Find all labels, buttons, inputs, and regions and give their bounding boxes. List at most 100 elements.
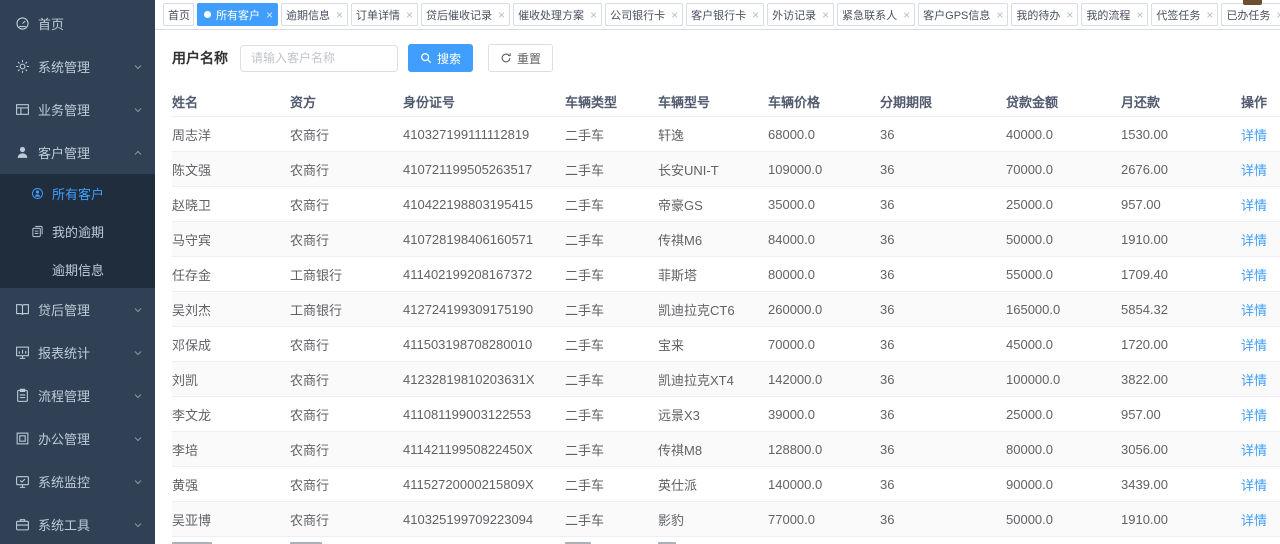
cell-funder: 工商银行 <box>290 300 403 319</box>
detail-link[interactable]: 详情 <box>1241 268 1267 283</box>
cell-vehicle-price: 109000.0 <box>768 162 880 177</box>
table-body: 周志洋农商行410327199111112819二手车轩逸68000.03640… <box>172 116 1280 536</box>
detail-link[interactable]: 详情 <box>1241 198 1267 213</box>
detail-link[interactable]: 详情 <box>1241 513 1267 528</box>
close-icon[interactable]: × <box>1205 9 1214 21</box>
customer-icon <box>15 145 30 160</box>
tab-my-process[interactable]: 我的流程× <box>1081 3 1148 26</box>
tab-customer-gps-info[interactable]: 客户GPS信息× <box>918 3 1008 26</box>
tab-label: 首页 <box>168 7 190 23</box>
tab-label: 外访记录 <box>772 7 816 23</box>
process-icon <box>15 388 30 403</box>
cell-action: 详情 <box>1241 195 1280 214</box>
tab-all-customers[interactable]: 所有客户× <box>197 3 278 26</box>
sidebar-item-process-mgmt[interactable]: 流程管理 <box>0 374 155 417</box>
cell-funder: 农商行 <box>290 405 403 424</box>
close-icon[interactable]: × <box>1135 9 1144 21</box>
cell-term: 36 <box>880 407 1006 422</box>
sidebar-item-customer-mgmt[interactable]: 客户管理 <box>0 131 155 174</box>
column-header: 月还款 <box>1121 92 1241 111</box>
avatar[interactable] <box>1243 0 1262 5</box>
sidebar-item-my-overdue[interactable]: 我的逾期 <box>0 212 155 250</box>
cell-action: 详情 <box>1241 510 1280 529</box>
chevron-down-icon <box>133 477 143 487</box>
sidebar-item-label: 我的逾期 <box>52 222 104 241</box>
tab-collection-records[interactable]: 贷后催收记录× <box>421 3 510 26</box>
sidebar-item-home[interactable]: 首页 <box>0 2 155 45</box>
tab-my-todo[interactable]: 我的待办× <box>1011 3 1078 26</box>
sidebar-item-system-mgmt[interactable]: 系统管理 <box>0 45 155 88</box>
close-icon[interactable]: × <box>821 9 830 21</box>
sidebar-item-system-tools[interactable]: 系统工具 <box>0 503 155 544</box>
cell-term: 36 <box>880 162 1006 177</box>
close-icon[interactable]: × <box>265 9 274 21</box>
cell-name: 邓保成 <box>172 335 290 354</box>
detail-link[interactable]: 详情 <box>1241 163 1267 178</box>
cell-loan-amount: 70000.0 <box>1006 162 1121 177</box>
cell-action: 详情 <box>1241 440 1280 459</box>
sidebar-item-post-loan-mgmt[interactable]: 贷后管理 <box>0 288 155 331</box>
close-icon[interactable]: × <box>751 9 760 21</box>
tab-home[interactable]: 首页 <box>163 3 194 26</box>
sidebar-item-system-monitor[interactable]: 系统监控 <box>0 460 155 503</box>
close-icon[interactable]: × <box>1275 9 1280 21</box>
sidebar-item-office-mgmt[interactable]: 办公管理 <box>0 417 155 460</box>
sidebar-item-label: 系统监控 <box>38 472 90 491</box>
tab-overdue-info[interactable]: 逾期信息× <box>281 3 348 26</box>
close-icon[interactable]: × <box>670 9 679 21</box>
sidebar-item-business-mgmt[interactable]: 业务管理 <box>0 88 155 131</box>
tab-collection-plans[interactable]: 催收处理方案× <box>513 3 602 26</box>
detail-link[interactable]: 详情 <box>1241 128 1267 143</box>
close-icon[interactable]: × <box>405 9 414 21</box>
tab-label: 代签任务 <box>1156 7 1200 23</box>
tab-order-detail[interactable]: 订单详情× <box>351 3 418 26</box>
tab-emergency-contacts[interactable]: 紧急联系人× <box>837 3 915 26</box>
detail-link[interactable]: 详情 <box>1241 373 1267 388</box>
close-icon[interactable]: × <box>995 9 1004 21</box>
tab-customer-bank-card[interactable]: 客户银行卡 × <box>686 3 764 26</box>
tab-company-bank-card[interactable]: 公司银行卡× <box>605 3 683 26</box>
detail-link[interactable]: 详情 <box>1241 303 1267 318</box>
cell-action: 详情 <box>1241 265 1280 284</box>
tab-sign-tasks[interactable]: 代签任务 × <box>1151 3 1218 26</box>
detail-link[interactable]: 详情 <box>1241 233 1267 248</box>
cell-vehicle-type: 二手车 <box>565 475 658 494</box>
close-icon[interactable]: × <box>1065 9 1074 21</box>
cell-id-number: 411402199208167372 <box>403 267 565 282</box>
sidebar-item-report-stats[interactable]: 报表统计 <box>0 331 155 374</box>
close-icon[interactable]: × <box>497 9 506 21</box>
column-header: 贷款金额 <box>1006 92 1121 111</box>
cell-id-number: 410721199505263517 <box>403 162 565 177</box>
close-icon[interactable]: × <box>589 9 598 21</box>
cell-term: 36 <box>880 197 1006 212</box>
tab-label: 客户银行卡 <box>691 7 746 23</box>
cell-vehicle-price: 140000.0 <box>768 477 880 492</box>
tool-icon <box>15 517 30 532</box>
tab-done-tasks[interactable]: 已办任务× <box>1221 3 1280 26</box>
search-icon <box>420 52 432 64</box>
cell-funder: 农商行 <box>290 475 403 494</box>
cell-name: 李培 <box>172 440 290 459</box>
sidebar-item-overdue-info[interactable]: 逾期信息 <box>0 250 155 288</box>
chevron-down-icon <box>133 434 143 444</box>
table-row: 吴亚博农商行410325199709223094二手车影豹77000.03650… <box>172 501 1280 536</box>
cell-vehicle-model: 凯迪拉克XT4 <box>658 370 768 389</box>
table-row: 黄强农商行41152720000215809X二手车英仕派140000.0369… <box>172 466 1280 501</box>
cell-monthly-payment: 3822.00 <box>1121 372 1241 387</box>
detail-link[interactable]: 详情 <box>1241 338 1267 353</box>
tab-visit-records[interactable]: 外访记录 × <box>767 3 834 26</box>
detail-link[interactable]: 详情 <box>1241 478 1267 493</box>
cell-vehicle-price: 142000.0 <box>768 372 880 387</box>
sidebar-item-label: 流程管理 <box>38 386 90 405</box>
cell-monthly-payment: 5854.32 <box>1121 302 1241 317</box>
detail-link[interactable]: 详情 <box>1241 443 1267 458</box>
cell-vehicle-type: 二手车 <box>565 195 658 214</box>
search-input[interactable] <box>240 45 398 72</box>
search-button[interactable]: 搜索 <box>408 44 473 72</box>
reset-button[interactable]: 重置 <box>488 44 553 72</box>
close-icon[interactable]: × <box>902 9 911 21</box>
cell-id-number: 410325199709223094 <box>403 512 565 527</box>
detail-link[interactable]: 详情 <box>1241 408 1267 423</box>
sidebar-item-all-customers[interactable]: 所有客户 <box>0 174 155 212</box>
close-icon[interactable]: × <box>335 9 344 21</box>
